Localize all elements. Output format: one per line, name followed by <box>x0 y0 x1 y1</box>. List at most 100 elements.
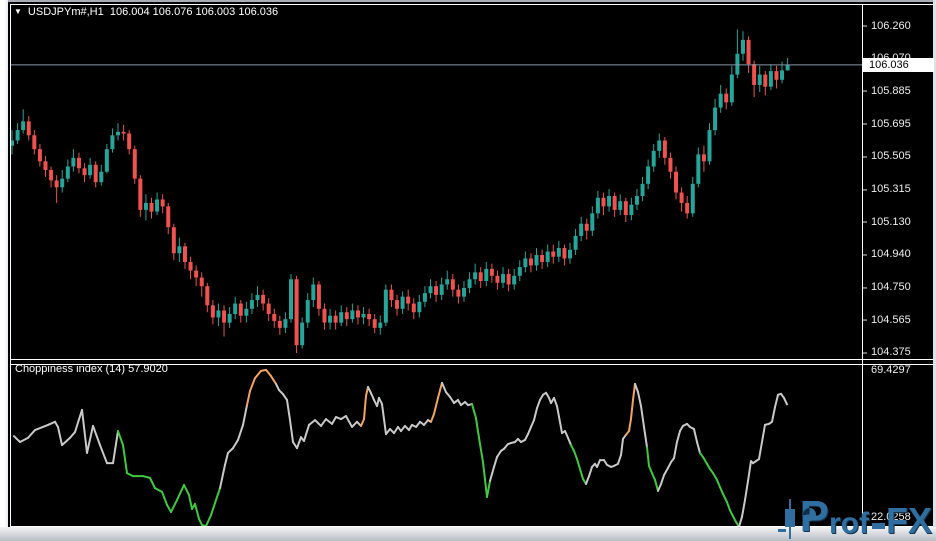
candle-body <box>105 149 109 172</box>
choppiness-line-segment <box>720 487 723 494</box>
candle-body <box>261 295 265 304</box>
candle-body <box>328 316 332 323</box>
choppiness-line-segment <box>574 451 577 459</box>
price-tick-label: 105.885 <box>871 85 911 98</box>
candle-body <box>211 305 215 317</box>
choppiness-line-segment <box>62 438 70 445</box>
choppiness-line-segment <box>371 393 374 400</box>
choppiness-line-segment <box>633 384 635 400</box>
candle-body <box>334 316 338 323</box>
candle-body <box>194 271 198 278</box>
pie-icon <box>803 508 816 521</box>
candle-body <box>523 258 527 267</box>
chart-title[interactable]: ▼USDJPYm#,H1 106.004 106.076 106.003 106… <box>14 6 278 18</box>
candle-body <box>373 319 377 328</box>
choppiness-line-segment <box>483 462 487 497</box>
choppiness-line-segment <box>476 418 479 438</box>
candle-body <box>501 274 505 283</box>
candle-body <box>529 258 533 265</box>
choppiness-line-segment <box>438 383 442 398</box>
choppiness-line-segment <box>228 448 233 453</box>
choppiness-line-segment <box>238 425 243 440</box>
price-tick-label: 105.130 <box>871 216 911 229</box>
choppiness-line-segment <box>450 397 454 403</box>
candle-body <box>38 149 42 161</box>
choppiness-line-segment <box>772 407 775 422</box>
choppiness-line-segment <box>48 422 55 425</box>
candle-body <box>166 206 170 227</box>
candle-body <box>16 130 20 140</box>
candle-body <box>155 199 159 211</box>
choppiness-line-segment <box>28 430 35 438</box>
price-tick-label: 104.565 <box>871 314 911 327</box>
candle-body <box>267 304 271 314</box>
price-tick-label: 105.315 <box>871 183 911 196</box>
candle-body <box>680 193 684 203</box>
choppiness-line-segment <box>641 406 644 427</box>
candle-body <box>445 279 449 284</box>
choppiness-line-segment <box>745 481 748 500</box>
choppiness-line-segment <box>664 468 668 475</box>
logo-text-rof: rof <box>829 509 869 539</box>
candle-body <box>172 227 176 253</box>
candle-body <box>429 286 433 293</box>
choppiness-line-segment <box>677 431 680 442</box>
candle-body <box>150 203 154 212</box>
candle-body <box>88 165 92 175</box>
choppiness-line-segment <box>206 515 211 526</box>
price-tick-label: 106.260 <box>871 20 911 33</box>
candle-body <box>395 300 399 309</box>
indicator-label[interactable]: Choppiness index (14) 57.9020 <box>15 363 168 375</box>
choppiness-line-segment <box>211 500 216 515</box>
candle-body <box>747 40 751 64</box>
candle-body <box>250 300 254 309</box>
candle-body <box>77 158 81 168</box>
candle-body <box>66 167 70 179</box>
candle-body <box>568 250 572 259</box>
choppiness-line-segment <box>225 453 228 465</box>
choppiness-line-segment <box>618 455 621 464</box>
choppiness-line-segment <box>717 480 720 487</box>
candle-body <box>479 272 483 281</box>
choppiness-line-segment <box>487 481 490 497</box>
chevron-down-icon[interactable]: ▼ <box>14 7 22 16</box>
candle-body <box>228 314 232 323</box>
candle-body <box>646 167 650 184</box>
choppiness-line-segment <box>559 417 562 433</box>
choppiness-line-segment <box>597 460 600 467</box>
choppiness-line-segment <box>379 398 382 404</box>
candle-body <box>557 248 561 257</box>
candle-body <box>122 132 126 134</box>
choppiness-line-segment <box>649 466 652 473</box>
choppiness-line-segment <box>647 447 649 466</box>
choppiness-line-segment <box>534 408 537 420</box>
choppiness-line-segment <box>297 437 301 448</box>
choppiness-line-segment <box>537 400 540 408</box>
candle-body <box>601 198 605 207</box>
candle-body <box>456 290 460 297</box>
candle-body <box>183 246 187 262</box>
choppiness-line-segment <box>739 517 742 527</box>
candle-body <box>55 180 59 187</box>
choppiness-line-segment <box>332 417 336 424</box>
choppiness-line-segment <box>326 419 332 424</box>
candle-body <box>596 198 600 214</box>
candle-body <box>295 279 299 345</box>
choppiness-line-segment <box>70 432 75 438</box>
choppiness-line-segment <box>742 500 745 517</box>
price-tick-label: 104.940 <box>871 248 911 261</box>
candle-body <box>71 158 75 167</box>
choppiness-line-segment <box>93 426 100 445</box>
candle-body <box>306 300 310 323</box>
choppiness-line-segment <box>123 445 127 473</box>
candle-body <box>239 304 243 316</box>
candle-body <box>624 201 628 215</box>
choppiness-line-segment <box>658 484 661 491</box>
candle-body <box>256 295 260 300</box>
choppiness-line-segment <box>472 404 476 418</box>
candle-body <box>311 284 315 300</box>
candle-body <box>278 321 282 328</box>
candle-body <box>752 64 756 85</box>
chart-canvas[interactable] <box>0 0 936 541</box>
candle-body <box>551 252 555 257</box>
